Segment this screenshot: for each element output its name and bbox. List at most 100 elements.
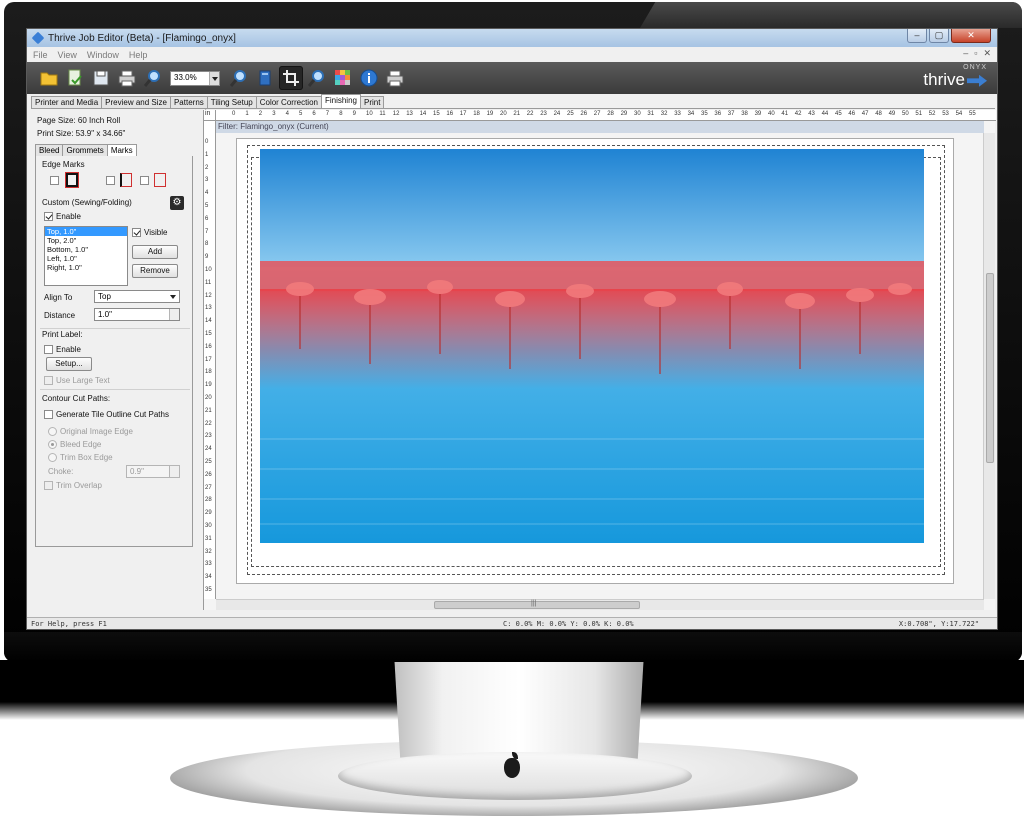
align-to-select[interactable]: Top — [94, 290, 180, 303]
horizontal-scroll-thumb[interactable]: ||| — [434, 600, 640, 609]
app-window: Thrive Job Editor (Beta) - [Flamingo_ony… — [26, 28, 998, 630]
distance-stepper[interactable]: 1.0" — [94, 308, 180, 321]
ruler-tick: 8 — [339, 111, 343, 117]
info-button[interactable] — [357, 66, 381, 90]
fit-page-button[interactable] — [253, 66, 277, 90]
ruler-tick: 3 — [205, 177, 209, 184]
doc-restore-button[interactable]: ▫ — [974, 48, 977, 59]
custom-marks-list[interactable]: Top, 1.0" Top, 2.0" Bottom, 1.0" Left, 1… — [44, 226, 128, 286]
horizontal-scrollbar[interactable]: ||| — [216, 599, 984, 610]
app-icon — [31, 31, 45, 45]
print-label-enable-checkbox[interactable] — [44, 345, 53, 354]
color-swatch-button[interactable] — [331, 66, 355, 90]
tab-finishing[interactable]: Finishing — [320, 94, 361, 108]
ruler-tick: 37 — [727, 111, 735, 117]
ruler-tick: 25 — [567, 111, 574, 117]
choke-stepper[interactable]: 0.9" — [126, 465, 180, 478]
minimize-button[interactable]: – — [907, 29, 927, 43]
zoom-select[interactable]: 33.0% — [170, 70, 220, 86]
menu-view[interactable]: View — [58, 50, 77, 60]
zoom-tool-button[interactable] — [305, 66, 329, 90]
ruler-tick: 8 — [205, 241, 209, 248]
top-ruler: 0 1 2 3 4 5 6 7 8 9 10 11 12 13 14 15 16 17 18 19 20 21 22 23 24… — [216, 110, 996, 121]
ruler-tick: 1 — [205, 151, 209, 158]
generate-cut-paths-checkbox[interactable] — [44, 410, 53, 419]
original-edge-radio[interactable] — [48, 427, 57, 436]
print-button[interactable] — [115, 66, 139, 90]
vertical-scroll-thumb[interactable] — [986, 273, 994, 463]
trim-overlap-checkbox[interactable] — [44, 481, 53, 490]
tab-print[interactable]: Print — [359, 96, 385, 108]
edge-mark-full-icon[interactable] — [154, 173, 166, 187]
ruler-tick: 46 — [848, 111, 856, 117]
chevron-down-icon — [209, 71, 219, 85]
ruler-tick: 22 — [205, 420, 212, 427]
tab-tiling-setup[interactable]: Tiling Setup — [206, 96, 257, 108]
tab-preview-and-size[interactable]: Preview and Size — [101, 96, 171, 108]
ruler-tick: 44 — [821, 111, 829, 117]
large-text-checkbox[interactable] — [44, 376, 53, 385]
remove-button[interactable]: Remove — [132, 264, 178, 278]
distance-label: Distance — [44, 311, 76, 320]
menu-help[interactable]: Help — [129, 50, 148, 60]
crop-button[interactable] — [279, 66, 303, 90]
setup-button[interactable]: Setup... — [46, 357, 92, 371]
tab-printer-and-media[interactable]: Printer and Media — [31, 96, 103, 108]
subtab-marks[interactable]: Marks — [106, 144, 137, 156]
ruler-tick: 4 — [285, 111, 289, 117]
open-folder-button[interactable] — [37, 66, 61, 90]
tab-patterns[interactable]: Patterns — [169, 96, 208, 108]
document-check-icon — [68, 69, 82, 86]
ruler-tick: 29 — [620, 111, 628, 117]
edge-mark-corner-icon[interactable] — [66, 173, 78, 187]
zoom-value: 33.0% — [174, 72, 197, 82]
magnifier-icon — [144, 70, 160, 87]
edge-mark-check-1[interactable] — [50, 176, 59, 185]
menu-file[interactable]: File — [33, 50, 48, 60]
list-item[interactable]: Right, 1.0" — [45, 263, 127, 272]
vertical-scrollbar[interactable] — [983, 133, 995, 599]
subtab-grommets[interactable]: Grommets — [62, 144, 108, 156]
tab-color-correction[interactable]: Color Correction — [255, 96, 322, 108]
trim-box-radio[interactable] — [48, 453, 57, 462]
edge-mark-check-3[interactable] — [140, 176, 149, 185]
save-button[interactable] — [89, 66, 113, 90]
bezel-highlight — [640, 2, 1022, 28]
list-item[interactable]: Top, 2.0" — [45, 236, 127, 245]
visible-checkbox[interactable] — [132, 228, 141, 237]
new-job-button[interactable] — [63, 66, 87, 90]
edge-mark-check-2[interactable] — [106, 176, 115, 185]
menu-window[interactable]: Window — [87, 50, 119, 60]
flamingo-image[interactable] — [260, 149, 924, 543]
ruler-tick: 12 — [392, 111, 400, 117]
ruler-tick: 19 — [205, 382, 212, 389]
list-item[interactable]: Bottom, 1.0" — [45, 245, 127, 254]
custom-enable-checkbox[interactable] — [44, 212, 53, 221]
ruler-tick: 7 — [325, 111, 330, 117]
list-item[interactable]: Left, 1.0" — [45, 254, 127, 263]
monitor-chin — [4, 632, 1022, 662]
ruler-tick: 34 — [687, 111, 695, 117]
doc-minimize-button[interactable]: – — [963, 48, 968, 59]
zoom-out-button[interactable] — [141, 66, 165, 90]
original-edge-label: Original Image Edge — [60, 427, 133, 436]
doc-close-button[interactable]: ✕ — [983, 48, 991, 59]
preview-canvas[interactable]: in 0 1 2 3 4 5 6 7 8 9 10 11 12 13 14 15 16 17 18 19 20 21 22 2… — [203, 110, 996, 610]
gear-icon[interactable]: ⚙ — [170, 196, 184, 210]
zoom-in-button[interactable] — [227, 66, 251, 90]
close-button[interactable]: ✕ — [951, 29, 991, 43]
maximize-button[interactable]: ▢ — [929, 29, 949, 43]
ruler-tick: 9 — [205, 254, 209, 261]
print-job-button[interactable] — [383, 66, 407, 90]
ruler-tick: 2 — [258, 111, 263, 117]
add-button[interactable]: Add — [132, 245, 178, 259]
trim-box-label: Trim Box Edge — [60, 453, 113, 462]
visible-label: Visible — [144, 228, 168, 237]
list-item[interactable]: Top, 1.0" — [45, 227, 127, 236]
edge-mark-side-icon[interactable] — [120, 173, 132, 187]
menu-bar: File View Window Help – ▫ ✕ — [27, 47, 997, 62]
contour-heading: Contour Cut Paths: — [42, 394, 111, 403]
window-title: Thrive Job Editor (Beta) - [Flamingo_ony… — [48, 32, 236, 44]
subtab-bleed[interactable]: Bleed — [35, 144, 64, 156]
bleed-edge-radio[interactable] — [48, 440, 57, 449]
